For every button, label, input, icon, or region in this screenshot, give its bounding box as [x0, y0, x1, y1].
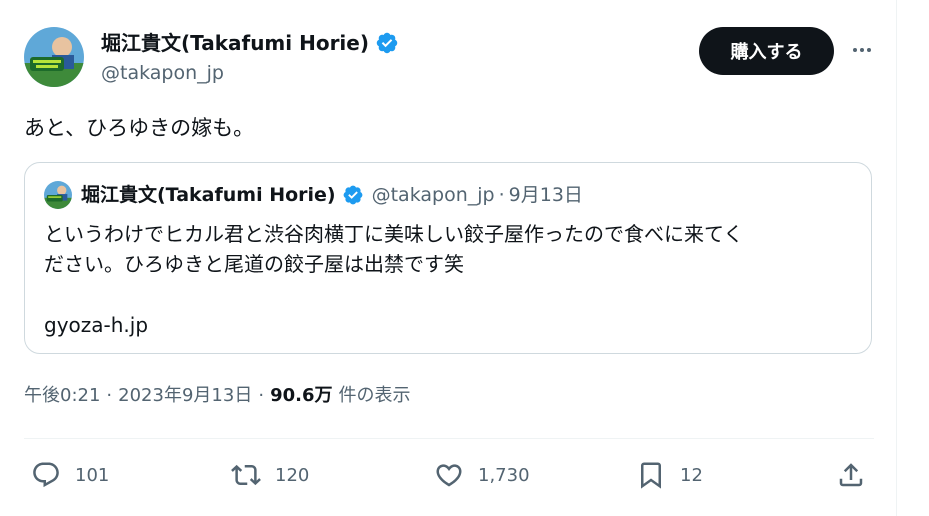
author-name-text[interactable]: 堀江貴文(Takafumi Horie) [101, 30, 369, 56]
meta-separator-2: · [258, 385, 265, 406]
quoted-tweet[interactable]: 堀江貴文(Takafumi Horie) @takapon_jp · 9月13日… [24, 162, 872, 354]
view-count: 90.6万 [270, 385, 333, 406]
author-name[interactable]: 堀江貴文(Takafumi Horie) [101, 30, 399, 56]
repost-icon [231, 464, 261, 486]
reply-button[interactable]: 101 [31, 455, 109, 495]
bookmark-button[interactable]: 12 [636, 455, 703, 495]
repost-count: 120 [275, 464, 310, 486]
quoted-link[interactable]: gyoza-h.jp [44, 311, 148, 339]
tweet-meta: 午後0:21 · 2023年9月13日 · 90.6万 件の表示 [24, 383, 410, 409]
bookmark-icon [641, 462, 661, 489]
bookmark-count: 12 [680, 464, 703, 486]
quoted-author-name[interactable]: 堀江貴文(Takafumi Horie) [81, 182, 336, 208]
quoted-handle[interactable]: @takapon_jp [372, 182, 495, 208]
quoted-header: 堀江貴文(Takafumi Horie) @takapon_jp · 9月13日 [81, 182, 583, 208]
reply-icon [33, 462, 59, 488]
quoted-text: というわけでヒカル君と渋谷肉横丁に美味しい餃子屋作ったので食べに来てく ださい。… [44, 219, 743, 279]
meta-separator: · [106, 385, 113, 406]
author-handle[interactable]: @takapon_jp [101, 61, 224, 85]
quoted-separator: · [498, 184, 505, 206]
like-button[interactable]: 1,730 [434, 455, 530, 495]
quoted-avatar[interactable] [44, 181, 72, 209]
quoted-text-line-1: というわけでヒカル君と渋谷肉横丁に美味しい餃子屋作ったので食べに来てく [44, 222, 744, 246]
reply-count: 101 [75, 464, 110, 486]
tweet-text: あと、ひろゆきの嫁も。 [24, 116, 255, 140]
heart-icon [436, 464, 462, 487]
share-button[interactable] [836, 455, 880, 495]
tweet-date[interactable]: 2023年9月13日 [118, 383, 252, 409]
more-icon[interactable] [850, 38, 874, 62]
view-label: 件の表示 [338, 385, 411, 406]
like-count: 1,730 [478, 464, 530, 486]
divider [24, 438, 874, 439]
verified-badge-icon [375, 31, 399, 55]
quoted-text-line-2: ださい。ひろゆきと尾道の餃子屋は出禁です笑 [44, 252, 464, 276]
tweet-time[interactable]: 午後0:21 [24, 383, 100, 409]
verified-badge-icon [342, 184, 364, 206]
share-icon [839, 463, 863, 487]
column-divider [896, 0, 897, 516]
action-bar: 101 120 1,730 12 [0, 455, 896, 495]
quoted-date[interactable]: 9月13日 [509, 182, 583, 208]
buy-button[interactable]: 購入する [699, 27, 834, 75]
author-avatar[interactable] [24, 27, 84, 87]
repost-button[interactable]: 120 [231, 455, 309, 495]
